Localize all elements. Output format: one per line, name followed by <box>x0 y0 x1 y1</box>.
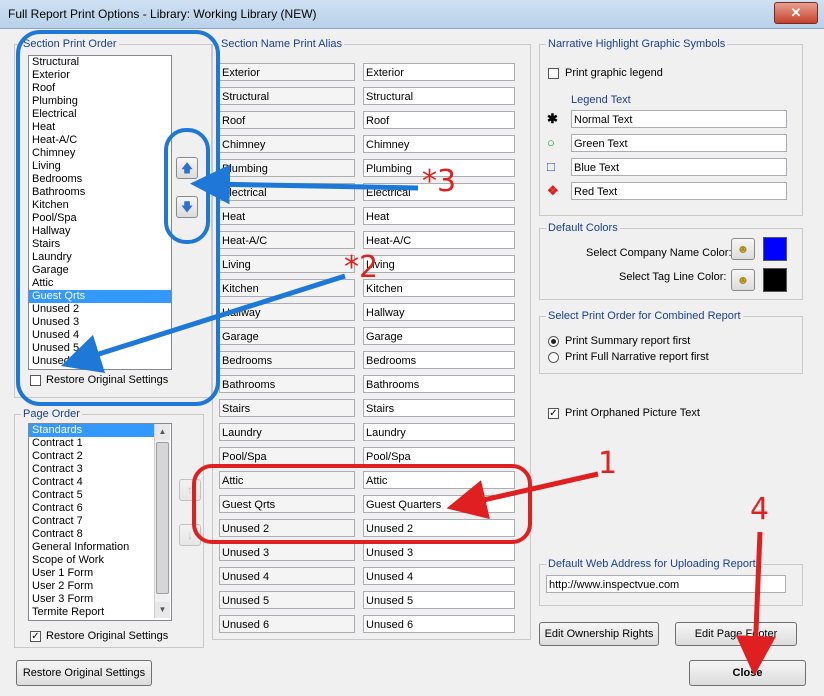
annotation-number-1: 1 <box>598 446 618 481</box>
annotation-arrow-4 <box>735 531 776 676</box>
annotation-overlay <box>16 30 776 676</box>
annotation-arrow-2 <box>60 273 346 374</box>
annotation-number-3: *3 <box>422 164 457 199</box>
guest-row-highlight <box>192 464 532 544</box>
annotation-number-4: 4 <box>750 492 770 527</box>
arrows-highlight <box>164 128 210 244</box>
annotation-number-2: *2 <box>344 250 379 285</box>
annotation-arrow-3 <box>190 164 419 205</box>
